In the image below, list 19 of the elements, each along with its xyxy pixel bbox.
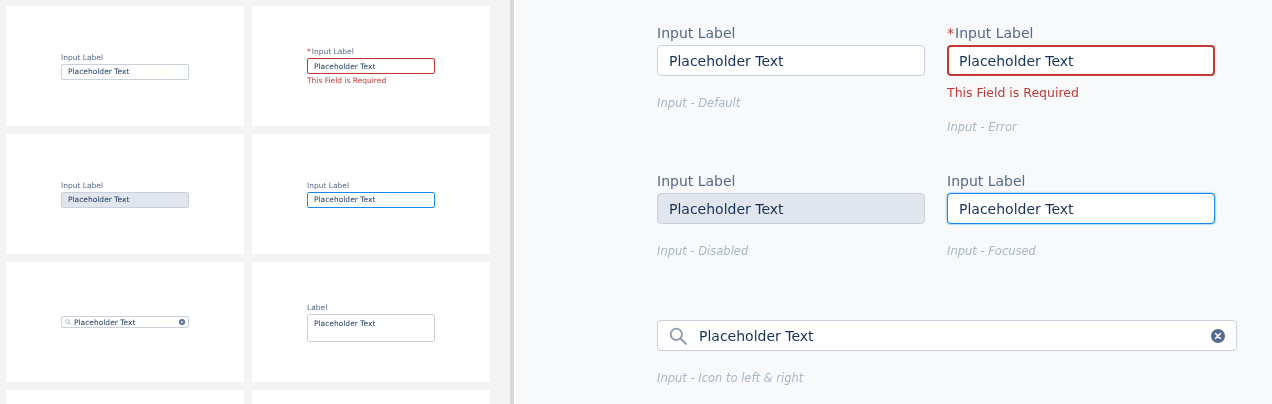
caption: Input - Default — [657, 96, 742, 110]
caption: Input - Error — [947, 120, 1019, 134]
search-icon — [65, 319, 71, 325]
caption: Input - Icon to left & right — [657, 371, 805, 385]
input-field[interactable]: Placeholder Text — [657, 193, 925, 224]
input-label: Input Label — [657, 24, 737, 42]
input-label: Input Label — [947, 172, 1027, 190]
input-field[interactable]: Placeholder Text — [947, 45, 1215, 76]
caption: Input - Disabled — [657, 244, 750, 258]
caption: Input - Focused — [947, 244, 1037, 258]
search-field[interactable]: Placeholder Text — [657, 320, 1237, 351]
input-field[interactable]: Placeholder Text — [947, 193, 1215, 224]
input-label: Input Label — [657, 172, 737, 190]
search-icon — [669, 326, 687, 345]
clear-icon[interactable] — [1211, 328, 1225, 343]
clear-icon[interactable] — [179, 319, 185, 325]
input-label: *Input Label — [947, 24, 1035, 42]
input-field[interactable]: Placeholder Text — [657, 45, 925, 76]
error-message: This Field is Required — [947, 85, 1080, 100]
